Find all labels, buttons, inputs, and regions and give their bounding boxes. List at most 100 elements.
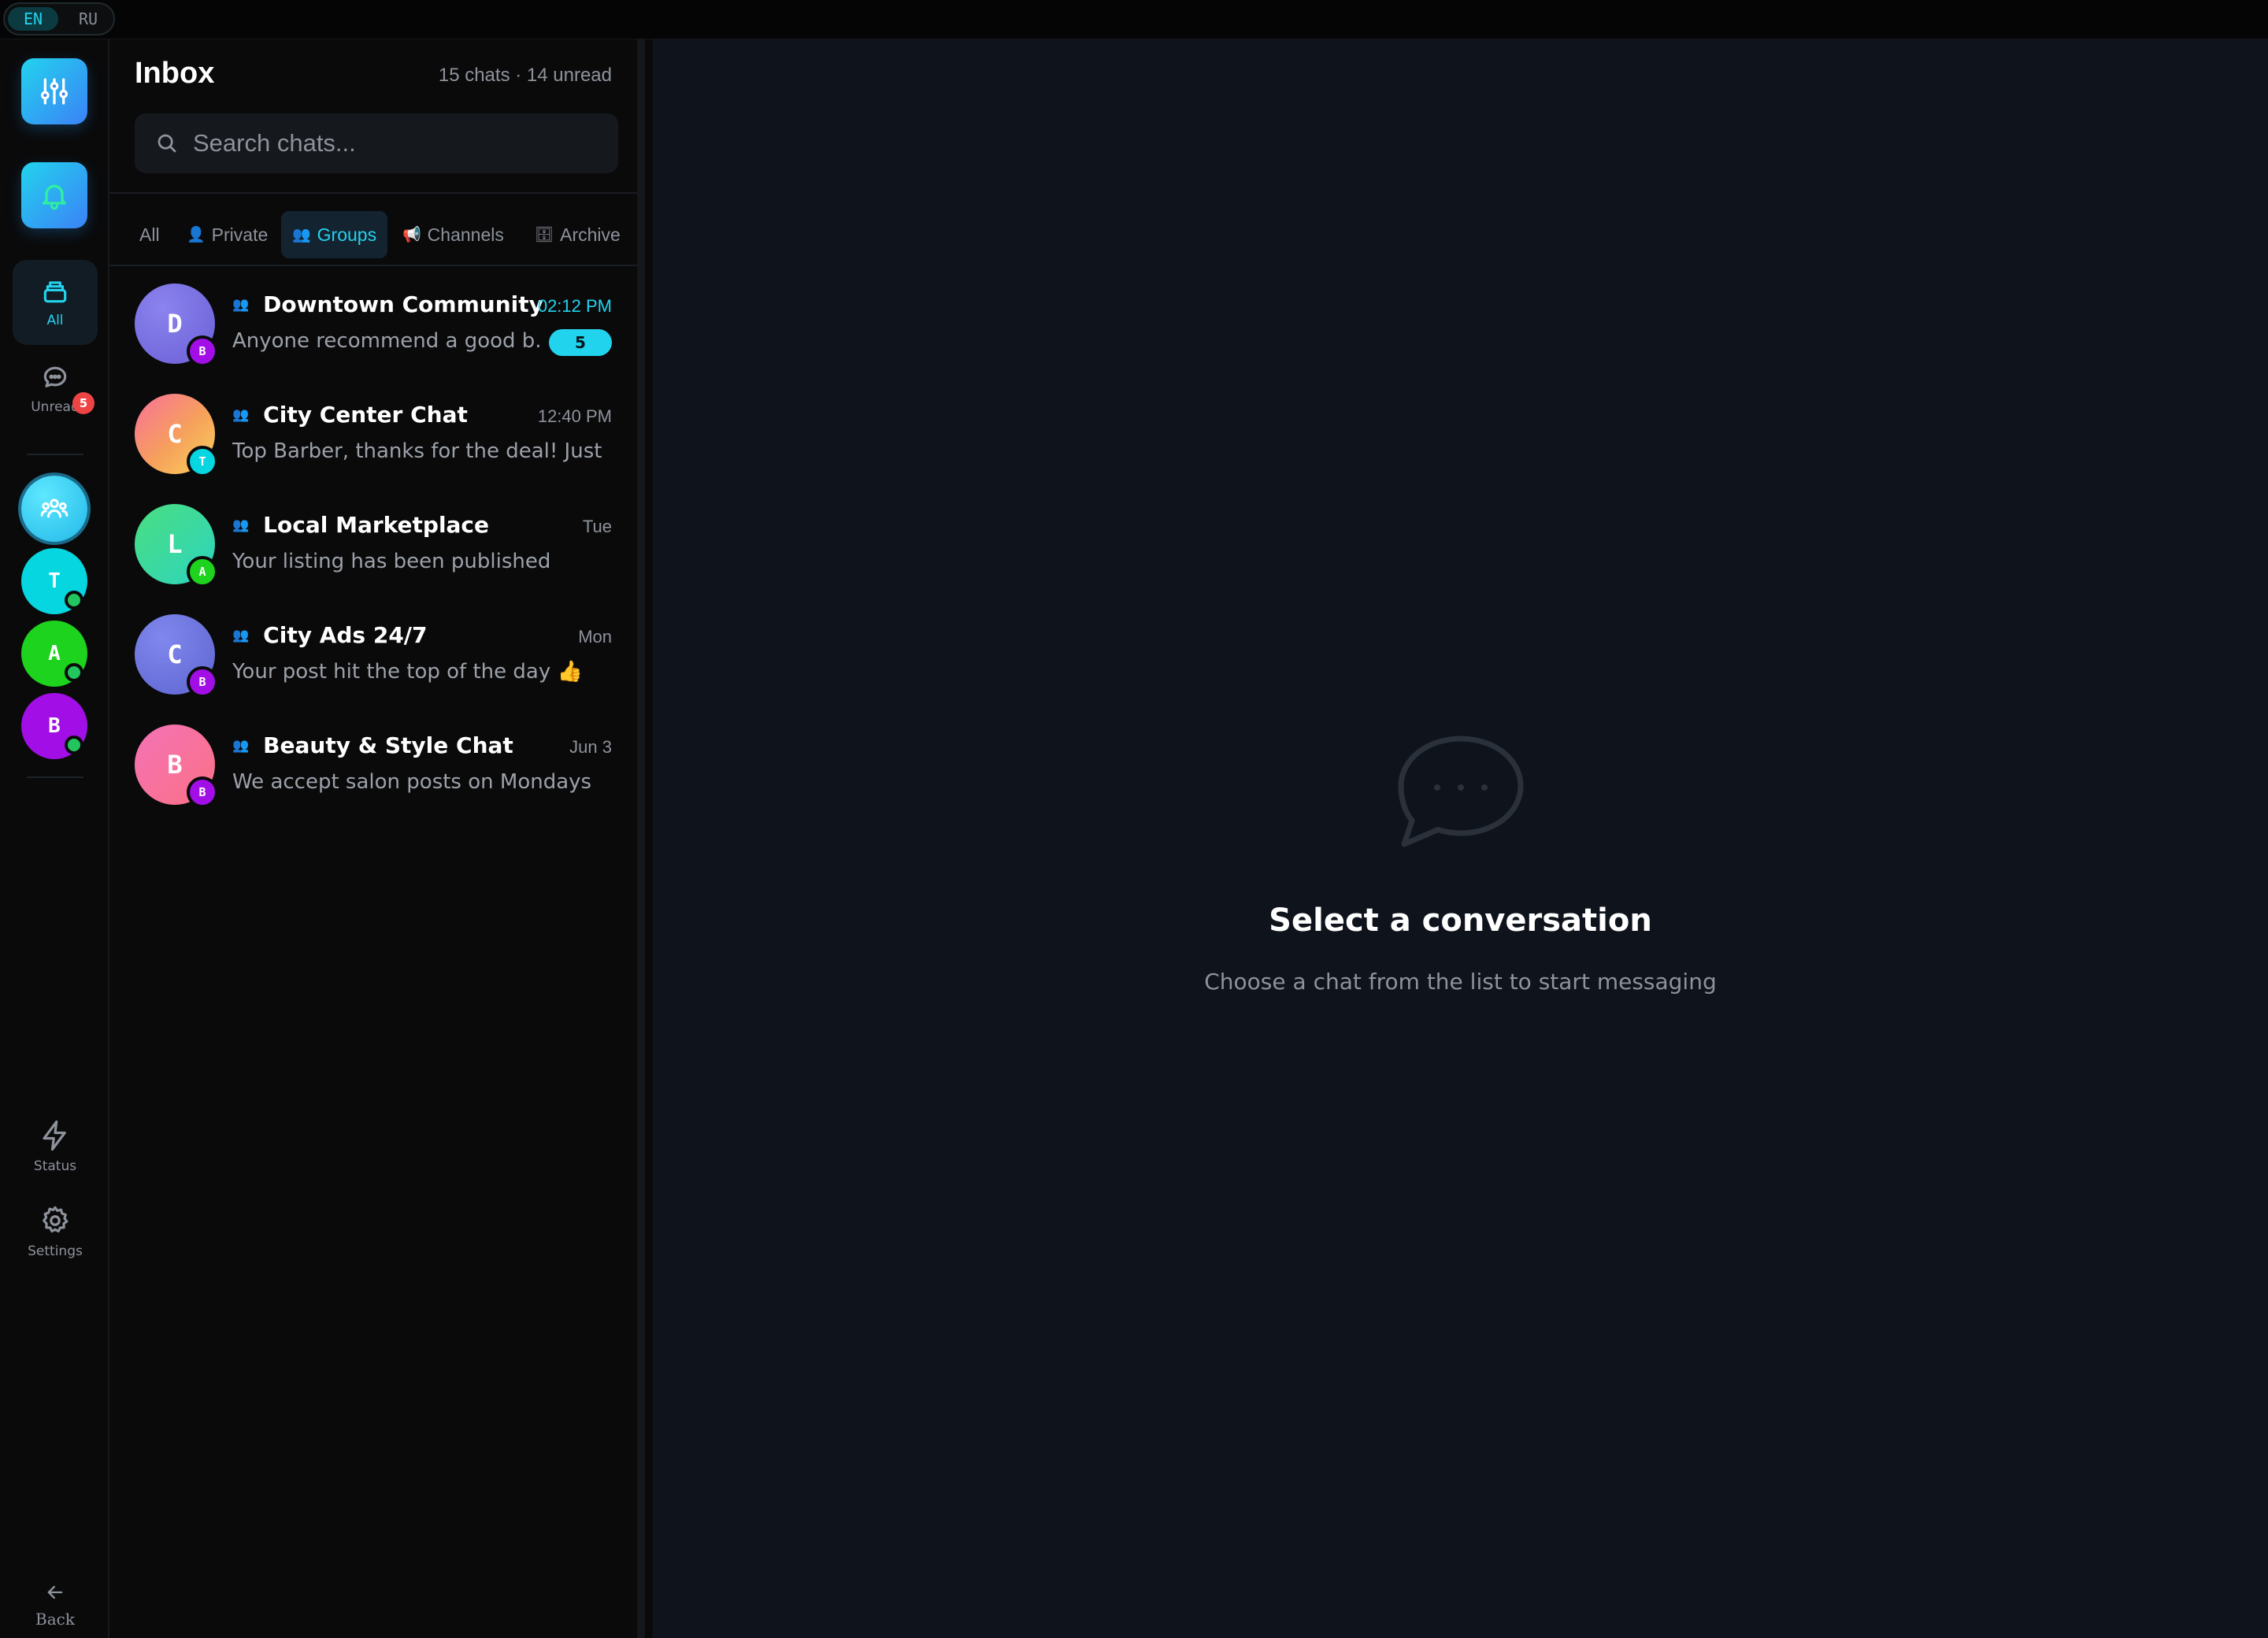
empty-state-subtitle: Choose a chat from the list to start mes… (1204, 969, 1717, 995)
inbox-stack-icon (43, 281, 67, 303)
chat-time: 02:12 PM (537, 296, 612, 316)
group-icon: 👥 (232, 737, 250, 754)
tab-private-label: Private (211, 224, 269, 245)
lightning-icon (43, 1120, 66, 1151)
chat-time: Mon (578, 627, 612, 647)
chat-preview: Your post hit the top of the day 👍 (232, 660, 583, 684)
search-box[interactable] (135, 113, 618, 173)
tab-groups[interactable]: 👥 Groups (281, 211, 388, 258)
nav-unread[interactable]: Unread (13, 346, 98, 432)
back-label: Back (35, 1610, 75, 1629)
conversation-pane: Select a conversation Choose a chat from… (653, 39, 2268, 1638)
search-input[interactable] (193, 129, 602, 158)
chat-name: 👥 City Ads 24/7 (232, 622, 428, 648)
chat-name-text: Local Marketplace (263, 512, 490, 538)
people-icon: 👥 (292, 227, 311, 243)
chat-preview: We accept salon posts on Mondays (232, 770, 592, 794)
person-icon: 👤 (187, 227, 206, 243)
chat-name: 👥 Local Marketplace (232, 512, 489, 538)
gear-icon (43, 1206, 69, 1233)
account-badge: B (187, 666, 218, 698)
back-button[interactable]: Back (16, 1572, 94, 1638)
page-title: Inbox (135, 57, 215, 90)
left-rail: All Unread 5 T A B Status Settings Back (0, 39, 109, 1638)
chat-preview: Your listing has been published (232, 550, 551, 573)
group-icon: 👥 (232, 627, 250, 643)
account-badge: B (187, 776, 218, 808)
online-indicator (65, 591, 83, 610)
inbox-summary: 15 chats · 14 unread (438, 65, 612, 86)
chat-bubble-icon (43, 366, 67, 387)
group-icon: 👥 (232, 296, 250, 313)
notifications-button[interactable] (21, 162, 87, 228)
chat-list-item[interactable]: C T 👥 City Center Chat 12:40 PM Top Barb… (109, 386, 637, 495)
divider (109, 265, 637, 266)
chat-name: 👥 City Center Chat (232, 402, 468, 428)
chat-name-text: Downtown Community (263, 291, 543, 317)
unread-count-badge: 5 (72, 392, 94, 414)
archive-cabinet-icon: 🗄 (535, 227, 554, 243)
chat-time: Tue (582, 517, 612, 536)
chat-name-text: City Center Chat (263, 402, 468, 428)
chat-list-item[interactable]: B B 👥 Beauty & Style Chat Jun 3 We accep… (109, 717, 637, 825)
nav-all[interactable]: All (13, 260, 98, 345)
rail-divider (27, 776, 83, 778)
chat-avatar-initial: C (167, 639, 183, 669)
tab-all-label: All (139, 224, 160, 245)
nav-settings-label: Settings (28, 1243, 83, 1259)
group-icon: 👥 (232, 406, 250, 423)
megaphone-icon: 📢 (402, 227, 421, 243)
divider (109, 192, 637, 194)
filters-button[interactable] (21, 58, 87, 124)
chat-preview: Anyone recommend a good b... (232, 329, 539, 353)
account-initial: B (48, 714, 61, 738)
language-option-ru[interactable]: RU (63, 7, 113, 31)
bell-icon (43, 184, 67, 210)
people-group-icon (40, 498, 69, 518)
tab-channels-label: Channels (427, 224, 504, 245)
tab-groups-label: Groups (317, 224, 377, 245)
chat-avatar-initial: B (167, 750, 183, 780)
sliders-icon (40, 78, 68, 105)
groups-avatar[interactable] (21, 476, 87, 542)
chat-name-text: Beauty & Style Chat (263, 732, 513, 758)
chat-time: Jun 3 (569, 737, 612, 757)
nav-status[interactable]: Status (16, 1109, 94, 1184)
search-icon (158, 134, 176, 153)
chat-avatar-initial: C (167, 419, 183, 449)
tab-archive[interactable]: 🗄 Archive (524, 211, 632, 258)
nav-status-label: Status (33, 1158, 77, 1174)
top-bar: EN RU (0, 0, 2268, 39)
nav-all-label: All (46, 313, 64, 328)
tab-channels[interactable]: 📢 Channels (391, 211, 515, 258)
language-option-en[interactable]: EN (8, 7, 58, 31)
chat-list-item[interactable]: C B 👥 City Ads 24/7 Mon Your post hit th… (109, 606, 637, 715)
account-initial: T (48, 569, 61, 593)
chat-bubble-dots-icon (1398, 736, 1524, 847)
account-badge: A (187, 556, 218, 587)
arrow-left-icon (47, 1585, 63, 1599)
nav-settings[interactable]: Settings (16, 1194, 94, 1269)
unread-count-badge: 5 (549, 329, 612, 356)
tab-all[interactable]: All (128, 211, 171, 258)
language-toggle[interactable]: EN RU (3, 2, 115, 35)
account-initial: A (48, 642, 61, 665)
chat-list-panel: Inbox 15 chats · 14 unread All 👤 Private… (109, 39, 645, 1638)
account-badge: B (187, 335, 218, 367)
chat-name-text: City Ads 24/7 (263, 622, 428, 648)
chat-preview: Top Barber, thanks for the deal! Just ..… (232, 439, 610, 463)
online-indicator (65, 736, 83, 754)
tab-private[interactable]: 👤 Private (176, 211, 279, 258)
account-badge: T (187, 446, 218, 477)
chat-list-item[interactable]: L A 👥 Local Marketplace Tue Your listing… (109, 496, 637, 605)
group-icon: 👥 (232, 517, 250, 533)
chat-name: 👥 Downtown Community (232, 291, 543, 317)
chat-name: 👥 Beauty & Style Chat (232, 732, 513, 758)
chat-list-item[interactable]: D B 👥 Downtown Community 02:12 PM Anyone… (109, 276, 637, 384)
chat-filter-tabs: All 👤 Private 👥 Groups 📢 Channels 🗄 Arch… (128, 211, 640, 258)
rail-divider (27, 454, 83, 455)
tab-archive-label: Archive (560, 224, 621, 245)
empty-state-title: Select a conversation (1269, 902, 1652, 939)
online-indicator (65, 663, 83, 682)
chat-avatar-initial: L (167, 529, 183, 559)
